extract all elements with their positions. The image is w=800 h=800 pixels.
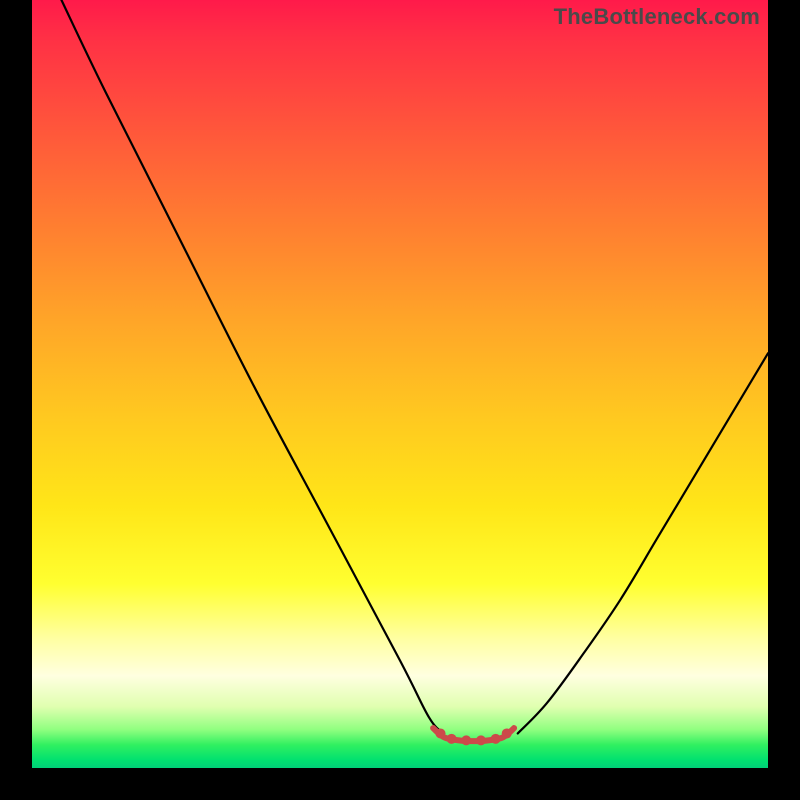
series-black-curve-right [518,353,768,733]
chart-container: TheBottleneck.com [0,0,800,800]
chart-svg [32,0,768,768]
red-dot [435,728,445,738]
red-dot [476,735,486,745]
frame-border-left [0,0,32,800]
frame-border-bottom [0,768,800,800]
series-red-segment [433,728,514,741]
watermark-text: TheBottleneck.com [554,4,760,30]
plot-area [32,0,768,768]
frame-border-right [768,0,800,800]
red-dot [502,728,512,738]
series-black-curve-left [61,0,444,733]
red-dot [491,734,501,744]
red-dot [447,734,457,744]
red-dot [461,735,471,745]
